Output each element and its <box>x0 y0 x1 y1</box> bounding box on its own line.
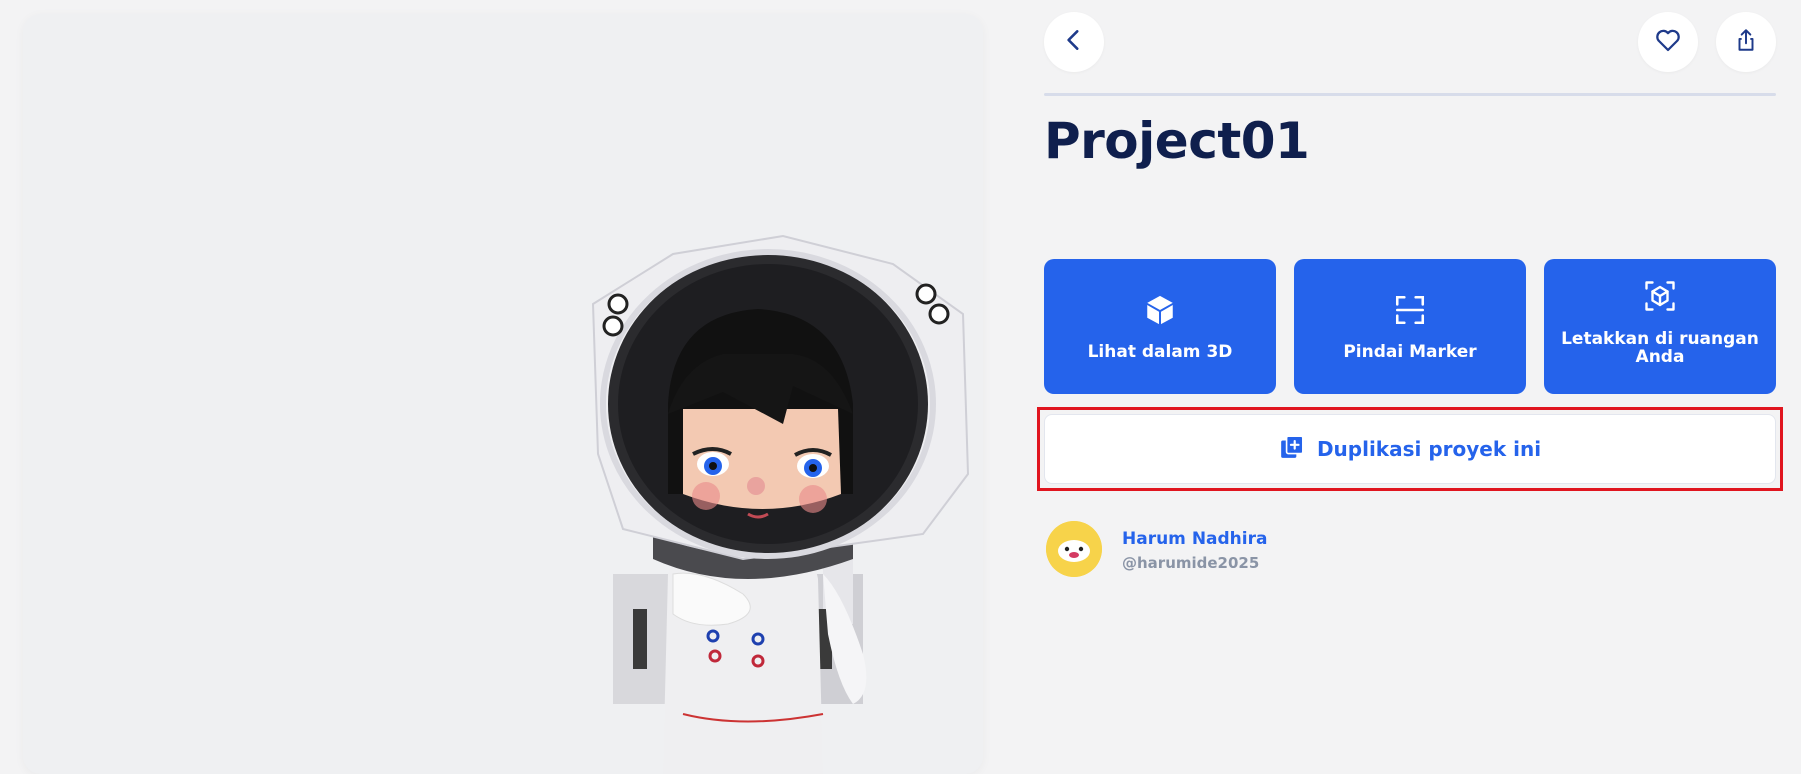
back-button[interactable] <box>1044 12 1104 72</box>
duplicate-project-button[interactable]: Duplikasi proyek ini <box>1044 414 1776 484</box>
scan-marker-label: Pindai Marker <box>1343 341 1477 362</box>
place-in-room-label: Letakkan di ruangan Anda <box>1561 328 1759 367</box>
heart-icon <box>1653 25 1683 59</box>
view-3d-label: Lihat dalam 3D <box>1087 341 1233 362</box>
author-handle: @harumide2025 <box>1122 554 1260 572</box>
cube-icon <box>1143 293 1177 331</box>
astronaut-model <box>591 234 970 774</box>
scan-marker-button[interactable]: Pindai Marker <box>1294 259 1526 394</box>
chevron-left-icon <box>1061 27 1087 57</box>
share-button[interactable] <box>1716 12 1776 72</box>
project-title: Project01 <box>1044 112 1310 170</box>
project-details-panel: Project01 Lihat dalam 3D Pindai Marker L… <box>1037 0 1783 762</box>
duplicate-project-label: Duplikasi proyek ini <box>1316 437 1542 461</box>
model-viewer[interactable] <box>23 14 983 774</box>
author-name[interactable]: Harum Nadhira <box>1122 529 1267 549</box>
copy-plus-icon <box>1279 434 1305 464</box>
avatar[interactable] <box>1046 521 1102 577</box>
place-in-room-button[interactable]: Letakkan di ruangan Anda <box>1544 259 1776 394</box>
ar-cube-icon <box>1642 278 1678 318</box>
share-icon <box>1733 27 1759 57</box>
header-divider <box>1044 93 1776 96</box>
favorite-button[interactable] <box>1638 12 1698 72</box>
scan-frame-icon <box>1393 293 1427 331</box>
view-3d-button[interactable]: Lihat dalam 3D <box>1044 259 1276 394</box>
